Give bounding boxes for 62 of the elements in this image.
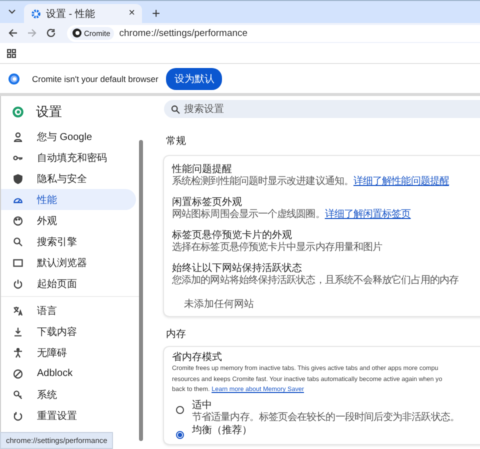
browser-tab[interactable]: 设置 - 性能 ×	[24, 4, 142, 23]
setting-description: 选择在标签页悬停预览卡片中显示内存用量和图片	[172, 242, 384, 254]
blocked-icon	[13, 368, 23, 378]
radio-label: 均衡（推荐）	[192, 424, 252, 436]
setting-title: 始终让以下网站保持活跃状态	[172, 263, 303, 274]
shield-icon	[13, 174, 23, 184]
dropdown-icon[interactable]	[8, 9, 16, 15]
browser-logo-icon	[72, 28, 82, 38]
radio-button[interactable]	[176, 430, 184, 438]
setting-description: 您添加的网站将始终保持活跃状态，且系统不会释放它们占用的内存	[172, 275, 460, 287]
person-icon	[13, 132, 23, 142]
search-icon	[171, 104, 180, 114]
setting-description: 网站图标周围会显示一个虚线圆圈。详细了解闲置标签页	[172, 209, 412, 221]
section-heading: 内存	[166, 328, 187, 341]
download-icon	[13, 326, 23, 336]
empty-list-text: 未添加任何网站	[184, 298, 255, 311]
close-button[interactable]: ×	[128, 8, 135, 19]
accessibility-icon	[13, 348, 23, 358]
learn-more-link[interactable]: 详细了解性能问题提醒	[353, 176, 449, 187]
apps-grid-icon[interactable]	[7, 48, 16, 58]
translate-icon	[13, 306, 23, 316]
setting-title: 标签页悬停预览卡片的外观	[172, 230, 293, 242]
search-field[interactable]: 搜索设置	[164, 100, 480, 118]
new-tab-button[interactable]: +	[152, 6, 160, 20]
browser-logo-icon	[8, 72, 20, 84]
radio-description: 节省适量内存。标签页会在较长的一段时间后变为非活跃状态。	[192, 412, 460, 424]
section-heading: 常规	[166, 134, 187, 148]
sidebar-item[interactable]: 搜索引擎	[1, 231, 136, 252]
tab-title: 设置 - 性能	[46, 8, 96, 20]
sidebar-item[interactable]: 重置设置	[1, 405, 136, 426]
window-icon	[13, 258, 23, 268]
back-icon[interactable]	[8, 28, 18, 38]
sidebar-item[interactable]: 下载内容	[1, 321, 136, 342]
reload-icon[interactable]	[46, 28, 56, 38]
reset-icon	[13, 410, 23, 420]
radio-button[interactable]	[176, 406, 184, 414]
radio-label: 适中	[192, 400, 213, 412]
settings-logo-icon	[12, 106, 24, 118]
setting-title: 性能问题提醒	[172, 164, 233, 176]
sidebar-item[interactable]: 语言	[1, 300, 136, 321]
power-icon	[13, 278, 23, 288]
sidebar-item[interactable]: 外观	[1, 210, 136, 231]
gear-icon	[31, 8, 41, 18]
sidebar-item[interactable]: 您与 Google	[1, 126, 136, 147]
setting-title: 省内存模式	[172, 352, 223, 364]
sidebar-item[interactable]: 起始页面	[1, 273, 136, 294]
sidebar-item[interactable]: 性能	[1, 189, 136, 210]
setting-description: 系统检测到性能问题时显示改进建议通知。详细了解性能问题提醒	[172, 176, 450, 188]
set-default-button[interactable]: 设为默认	[166, 68, 222, 90]
sidebar-item[interactable]: 默认浏览器	[1, 252, 136, 273]
settings-title: 设置	[36, 103, 62, 121]
sidebar-item[interactable]: Adblock	[1, 363, 136, 384]
sidebar-item[interactable]: 自动填充和密码	[1, 147, 136, 168]
sidebar-item[interactable]: 系统	[1, 384, 136, 405]
key-icon	[13, 152, 23, 162]
url-text: chrome://settings/performance	[119, 28, 248, 38]
search-icon	[13, 236, 23, 246]
sidebar-item[interactable]: 无障碍	[1, 342, 136, 363]
sidebar-item[interactable]: 隐私与安全	[1, 168, 136, 189]
learn-more-link[interactable]: 详细了解闲置标签页	[324, 209, 411, 220]
setting-title: 闲置标签页外观	[172, 197, 243, 208]
infobar-message: Cromite isn't your default browser	[32, 74, 158, 84]
